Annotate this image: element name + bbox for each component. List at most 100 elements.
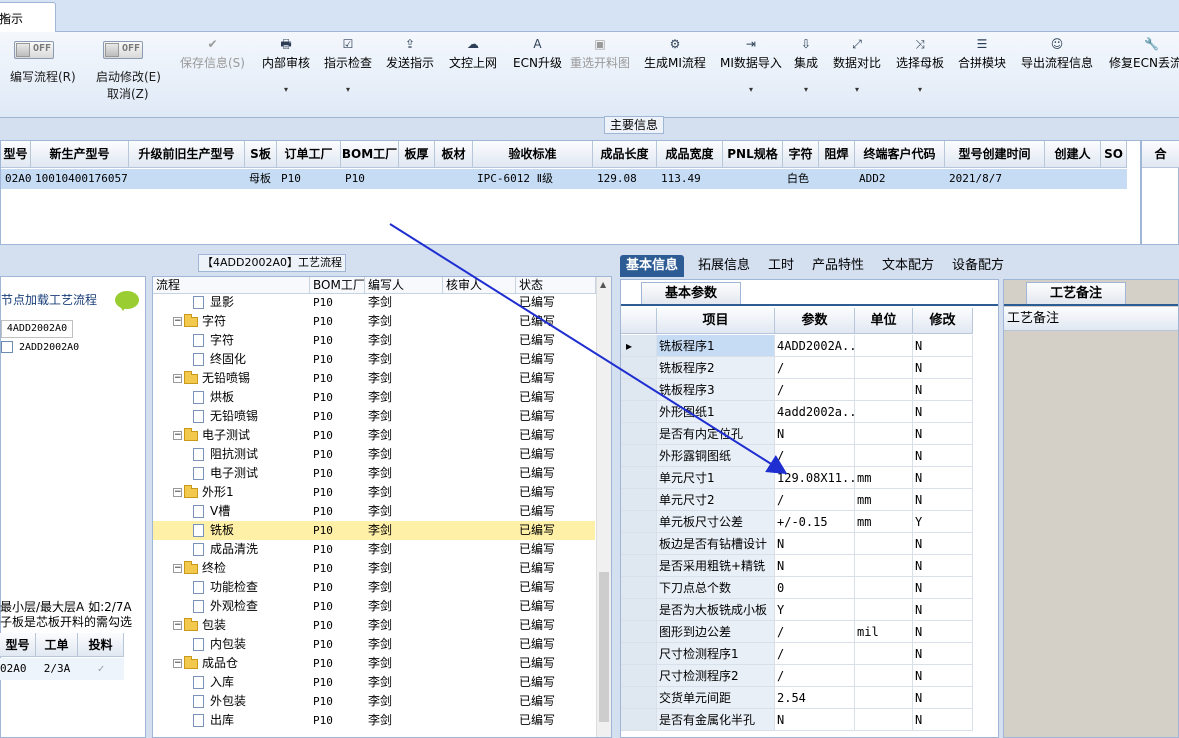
chevron-down-icon[interactable]: ▾ [324, 85, 372, 94]
param-modify-cell[interactable]: N [913, 577, 973, 599]
process-row[interactable]: − 外形1 P10 李剑 已编写 [153, 483, 595, 502]
grid-header[interactable]: SO [1101, 141, 1127, 168]
grid-header[interactable]: 验收标准 [473, 141, 593, 168]
scroll-up-icon[interactable]: ▲ [600, 280, 606, 289]
tab-detail-4[interactable]: 文本配方 [876, 255, 940, 277]
edit-flow-toggle[interactable]: OFF [14, 41, 54, 59]
param-modify-cell[interactable]: N [913, 599, 973, 621]
grid-header[interactable]: 单位 [855, 308, 913, 334]
grid-header[interactable]: 成品长度 [593, 141, 657, 168]
grid-header[interactable]: 投料 [78, 633, 124, 657]
process-row[interactable]: 内包装 P10 李剑 已编写 [153, 635, 595, 654]
grid-header[interactable]: BOM工厂 [341, 141, 399, 168]
param-value-cell[interactable]: 129.08X11... [775, 467, 855, 489]
param-modify-cell[interactable]: N [913, 379, 973, 401]
param-modify-cell[interactable]: N [913, 687, 973, 709]
param-modify-cell[interactable]: N [913, 401, 973, 423]
ribbon-button-13[interactable]: ☺ 导出流程信息 [1021, 34, 1093, 116]
collapse-icon[interactable]: − [173, 431, 182, 440]
param-value-cell[interactable]: / [775, 665, 855, 687]
chevron-down-icon[interactable]: ▾ [794, 85, 818, 94]
ribbon-button-5[interactable]: A ECN升级 [513, 34, 562, 116]
param-row[interactable]: 单元板尺寸公差 +/-0.15 mm Y [621, 511, 998, 533]
process-row[interactable]: − 包装 P10 李剑 已编写 [153, 616, 595, 635]
collapse-icon[interactable]: − [173, 564, 182, 573]
tab-detail-2[interactable]: 工时 [762, 255, 800, 277]
grid-header[interactable]: 订单工厂 [277, 141, 341, 168]
grid-header[interactable]: 新生产型号 [31, 141, 129, 168]
process-row[interactable]: 无铅喷锡 P10 李剑 已编写 [153, 407, 595, 426]
param-value-cell[interactable]: Y [775, 599, 855, 621]
feed-checkbox[interactable]: ✓ [78, 658, 124, 680]
param-value-cell[interactable]: / [775, 489, 855, 511]
collapse-icon[interactable]: − [173, 621, 182, 630]
param-row[interactable]: 外形露铜图纸 / N [621, 445, 998, 467]
collapse-icon[interactable]: − [173, 659, 182, 668]
close-icon[interactable]: × [0, 10, 9, 24]
param-value-cell[interactable]: 4ADD2002A... [775, 335, 855, 357]
ribbon-button-11[interactable]: ⤨ 选择母板 ▾ [896, 34, 944, 116]
process-row[interactable]: 成品清洗 P10 李剑 已编写 [153, 540, 595, 559]
tab-process-notes[interactable]: 工艺备注 [1026, 282, 1126, 304]
process-row[interactable]: 烘板 P10 李剑 已编写 [153, 388, 595, 407]
param-row[interactable]: 下刀点总个数 0 N [621, 577, 998, 599]
ribbon-button-14[interactable]: 🔧 修复ECN丢流程 [1109, 34, 1179, 116]
param-modify-cell[interactable]: N [913, 489, 973, 511]
chevron-down-icon[interactable]: ▾ [896, 85, 944, 94]
vertical-splitter[interactable] [612, 253, 618, 738]
ribbon-button-0[interactable]: ✔ 保存信息(S) [180, 34, 245, 116]
ribbon-button-8[interactable]: ⇥ MI数据导入 ▾ [720, 34, 782, 116]
tab-detail-5[interactable]: 设备配方 [946, 255, 1010, 277]
process-row[interactable]: − 终检 P10 李剑 已编写 [153, 559, 595, 578]
grid-header[interactable]: 修改 [913, 308, 973, 334]
checkbox[interactable] [1, 341, 13, 353]
process-row[interactable]: 铣板 P10 李剑 已编写 [153, 521, 595, 540]
process-row[interactable]: − 电子测试 P10 李剑 已编写 [153, 426, 595, 445]
process-row[interactable]: 电子测试 P10 李剑 已编写 [153, 464, 595, 483]
collapse-icon[interactable]: − [173, 317, 182, 326]
grid-header[interactable]: 型号 [0, 633, 36, 657]
param-modify-cell[interactable]: N [913, 335, 973, 357]
param-value-cell[interactable]: / [775, 643, 855, 665]
process-row[interactable]: 入库 P10 李剑 已编写 [153, 673, 595, 692]
process-row[interactable]: 阻抗测试 P10 李剑 已编写 [153, 445, 595, 464]
process-row[interactable]: 显影 P10 李剑 已编写 [153, 293, 595, 312]
grid-header[interactable]: 核审人 [443, 277, 516, 294]
ribbon-button-7[interactable]: ⚙ 生成MI流程 [644, 34, 706, 116]
param-modify-cell[interactable]: N [913, 665, 973, 687]
param-value-cell[interactable]: 2.54 [775, 687, 855, 709]
model-tab[interactable]: 4ADD2002A0 [1, 320, 73, 338]
param-value-cell[interactable]: N [775, 423, 855, 445]
start-modify-toggle[interactable]: OFF [103, 41, 143, 59]
param-modify-cell[interactable]: N [913, 643, 973, 665]
param-row[interactable]: 铣板程序2/ N [621, 357, 998, 379]
grid-header[interactable]: 型号创建时间 [945, 141, 1045, 168]
grid-header[interactable]: PNL规格 [723, 141, 783, 168]
process-row[interactable]: − 字符 P10 李剑 已编写 [153, 312, 595, 331]
param-row[interactable]: 尺寸检测程序1/ N [621, 643, 998, 665]
document-tab[interactable]: 指示 × [0, 2, 56, 32]
param-row[interactable]: 是否为大板铣成小板 Y N [621, 599, 998, 621]
process-row[interactable]: 功能检查 P10 李剑 已编写 [153, 578, 595, 597]
ribbon-button-12[interactable]: ☰ 合拼模块 [958, 34, 1006, 116]
param-row[interactable]: 铣板程序3/ N [621, 379, 998, 401]
collapse-icon[interactable]: − [173, 488, 182, 497]
param-value-cell[interactable]: 0 [775, 577, 855, 599]
param-value-cell[interactable]: / [775, 445, 855, 467]
grid-header[interactable]: 阻焊 [819, 141, 855, 168]
cancel-label[interactable]: 取消(Z) [107, 85, 149, 102]
ribbon-button-6[interactable]: ▣ 重选开料图 [570, 34, 630, 116]
process-row[interactable]: − 成品仓 P10 李剑 已编写 [153, 654, 595, 673]
grid-header[interactable]: BOM工厂 [310, 277, 365, 294]
process-row[interactable]: 外包装 P10 李剑 已编写 [153, 692, 595, 711]
tab-detail-0[interactable]: 基本信息 [620, 255, 685, 277]
param-modify-cell[interactable]: N [913, 467, 973, 489]
param-value-cell[interactable]: +/-0.15 [775, 511, 855, 533]
tab-basic-params[interactable]: 基本参数 [641, 282, 741, 304]
param-modify-cell[interactable]: N [913, 357, 973, 379]
tab-detail-3[interactable]: 产品特性 [806, 255, 870, 277]
grid-header[interactable]: 成品宽度 [657, 141, 723, 168]
model-tree-item[interactable]: 2ADD2002A0 [1, 341, 79, 353]
grid-header[interactable]: 项目 [657, 308, 775, 334]
param-modify-cell[interactable]: Y [913, 511, 973, 533]
